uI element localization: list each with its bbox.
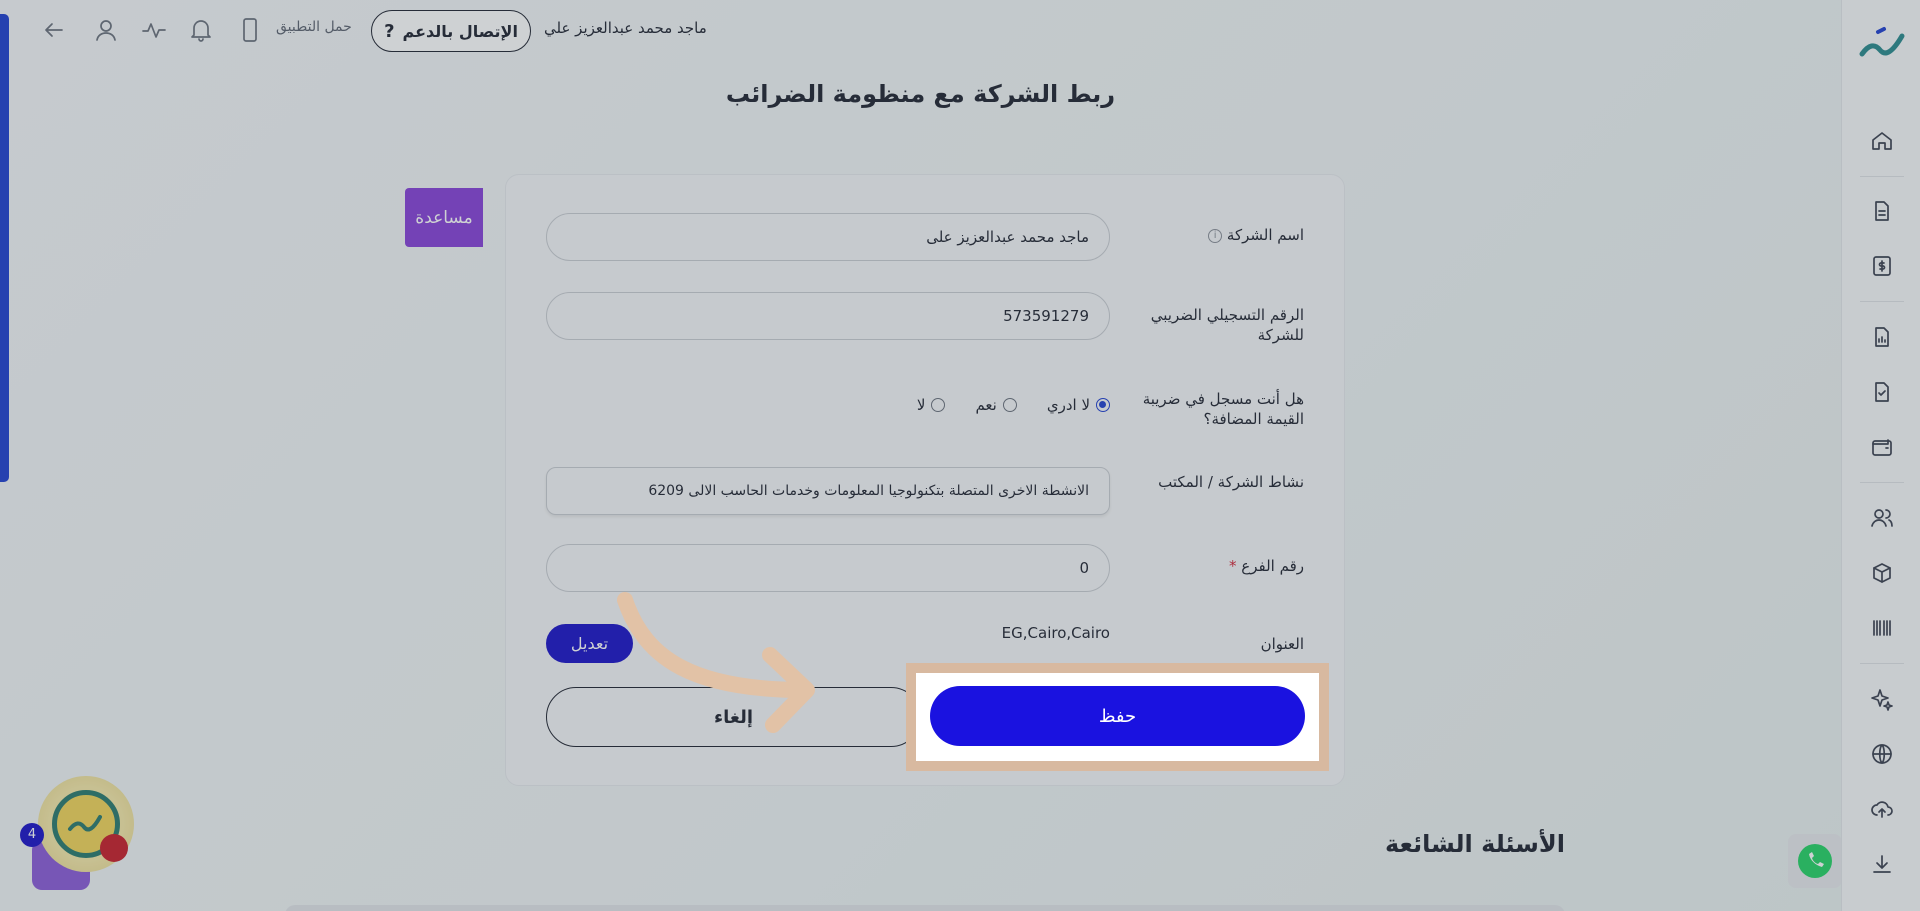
pointer-arrow-icon (617, 592, 815, 733)
branch-label-text: رقم الفرع (1241, 557, 1304, 575)
save-button-highlight: حفظ (906, 663, 1329, 771)
required-star: * (1229, 557, 1237, 575)
home-icon[interactable] (1870, 129, 1894, 153)
activity-icon[interactable] (140, 16, 168, 44)
user-name: ماجد محمد عبدالعزيز علي (544, 19, 707, 37)
users-icon[interactable] (1870, 506, 1894, 530)
address-value: EG,Cairo,Cairo (1001, 624, 1110, 642)
activity-label: نشاط الشركة / المكتب (1158, 473, 1304, 491)
info-icon[interactable]: i (1208, 228, 1223, 243)
sidebar (1841, 0, 1920, 911)
user-icon[interactable] (92, 16, 120, 44)
activity-select[interactable]: الانشطة الاخرى المتصلة بتكنولوجيا المعلو… (546, 467, 1110, 515)
bell-icon[interactable] (187, 16, 215, 44)
question-icon: ? (384, 20, 395, 42)
vat-option-dont-know[interactable]: لا ادري (1047, 396, 1110, 414)
radio-checked-icon (1096, 398, 1110, 412)
barcode-icon[interactable] (1870, 616, 1894, 640)
whatsapp-icon[interactable] (1788, 834, 1841, 888)
sparkles-icon[interactable] (1870, 687, 1894, 711)
address-label: العنوان (1260, 635, 1304, 653)
back-arrow-icon[interactable] (40, 16, 68, 44)
notification-badge: 4 (20, 823, 44, 847)
sidebar-divider (1860, 663, 1904, 664)
document-icon[interactable] (1870, 199, 1894, 223)
page-title: ربط الشركة مع منظومة الضرائب (725, 80, 1116, 108)
box-icon[interactable] (1870, 561, 1894, 585)
sidebar-divider (1860, 482, 1904, 483)
radio-icon (931, 398, 946, 412)
brand-logo-icon[interactable] (1858, 26, 1906, 66)
vat-option-label: لا (916, 396, 926, 414)
top-bar: حمل التطبيق الإتصال بالدعم ? ماجد محمد ع… (0, 0, 1841, 60)
support-label: الإتصال بالدعم (402, 21, 518, 41)
save-button[interactable]: حفظ (930, 686, 1305, 746)
company-name-label: اسم الشركة i (1124, 225, 1304, 245)
vat-radio-group: لا ادري نعم لا (876, 393, 1110, 417)
globe-icon[interactable] (1870, 742, 1894, 766)
close-fab-icon[interactable] (100, 834, 128, 862)
vat-option-label: لا ادري (1046, 396, 1090, 414)
vat-option-yes[interactable]: نعم (975, 396, 1017, 414)
download-app-link[interactable]: حمل التطبيق (276, 19, 352, 35)
phone-icon[interactable] (236, 16, 264, 44)
tax-id-field[interactable] (546, 292, 1110, 340)
sidebar-divider (1860, 176, 1904, 177)
page: حمل التطبيق الإتصال بالدعم ? ماجد محمد ع… (0, 0, 1841, 911)
branch-number-field[interactable] (546, 544, 1110, 592)
invoice-dollar-icon[interactable] (1870, 254, 1894, 278)
company-name-field[interactable] (546, 213, 1110, 261)
wallet-icon[interactable] (1870, 435, 1894, 459)
report-icon[interactable] (1870, 325, 1894, 349)
upload-cloud-icon[interactable] (1870, 797, 1894, 821)
approved-document-icon[interactable] (1870, 380, 1894, 404)
help-button[interactable]: مساعدة (405, 188, 483, 247)
branch-label: رقم الفرع * (1124, 556, 1304, 576)
vat-option-label: نعم (975, 396, 997, 414)
contact-support-button[interactable]: الإتصال بالدعم ? (371, 10, 531, 52)
faq-title: الأسئلة الشائعة (1385, 830, 1565, 858)
sidebar-divider (1860, 301, 1904, 302)
download-icon[interactable] (1870, 852, 1894, 876)
vat-option-no[interactable]: لا (917, 396, 946, 414)
tax-id-label: الرقم التسجيلي الضريبي للشركة (1150, 306, 1304, 344)
radio-icon (1002, 398, 1017, 412)
company-name-label-text: اسم الشركة (1226, 226, 1304, 244)
vat-question-label: هل أنت مسجل في ضريبة القيمة المضافة؟ (1142, 390, 1304, 428)
faq-panel (285, 905, 1565, 911)
